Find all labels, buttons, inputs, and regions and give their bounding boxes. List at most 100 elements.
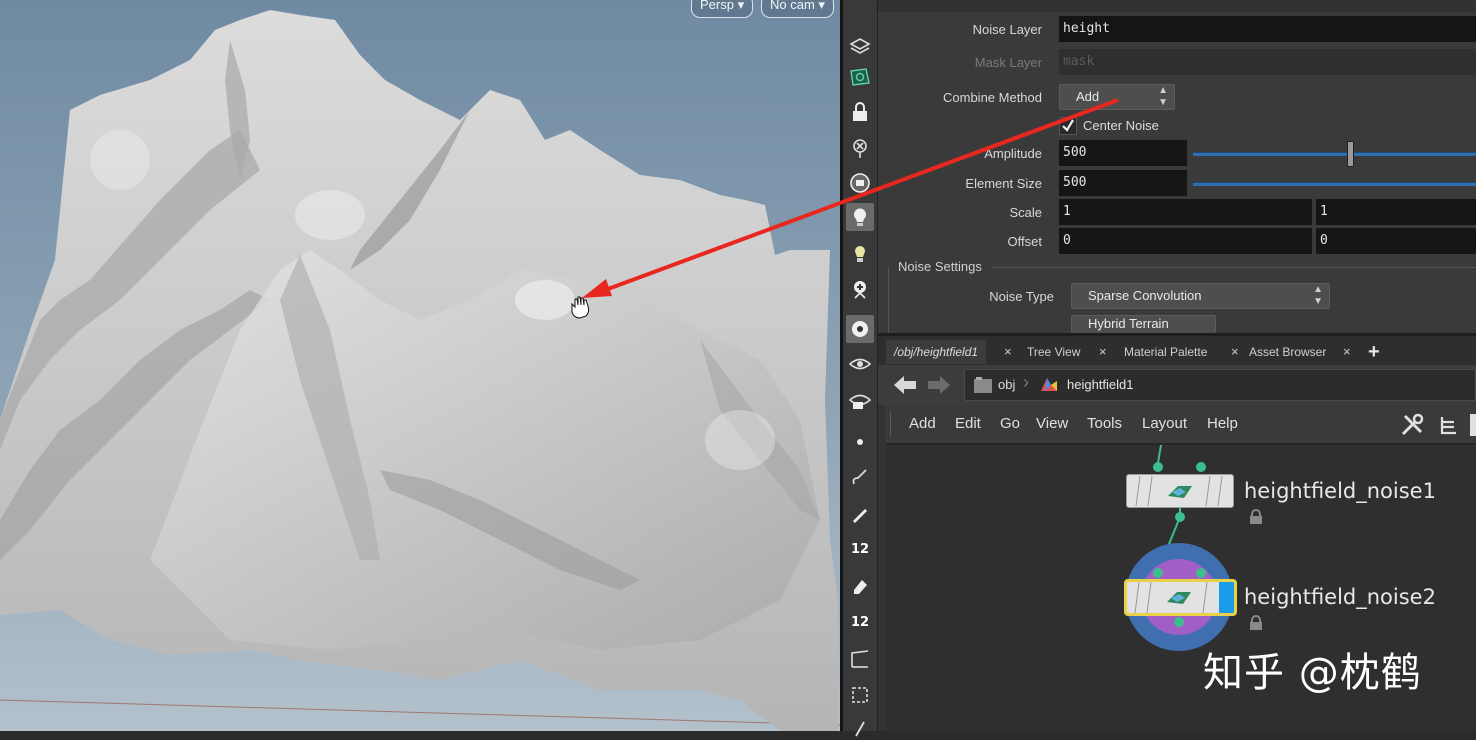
node-lock-icon[interactable] — [1249, 509, 1263, 530]
brush-icon[interactable] — [846, 464, 874, 492]
noise-type-value: Sparse Convolution — [1088, 288, 1202, 303]
tab-tree-view[interactable]: Tree View — [1019, 340, 1088, 364]
menu-view[interactable]: View — [1036, 415, 1068, 432]
tab-close-icon[interactable]: × — [1343, 340, 1351, 364]
breadcrumb-heightfield1[interactable]: heightfield1 — [1067, 377, 1134, 392]
element-size-slider[interactable] — [1193, 182, 1476, 186]
mask-layer-label: Mask Layer — [974, 55, 1042, 70]
panel-toggle-icon[interactable] — [1470, 414, 1476, 436]
menu-edit[interactable]: Edit — [955, 415, 981, 432]
combine-method-menu[interactable]: Add ▲ ▼ — [1059, 84, 1175, 110]
breadcrumb: obj › heightfield1 — [964, 369, 1476, 401]
center-noise-label: Center Noise — [1083, 118, 1159, 133]
obj-icon — [973, 376, 993, 399]
mask-layer-field[interactable]: mask — [1059, 49, 1476, 75]
layers-icon[interactable] — [846, 32, 874, 60]
light-icon[interactable] — [846, 203, 874, 231]
node-name-label[interactable]: heightfield_noise1 — [1244, 479, 1436, 503]
scale-x-field[interactable]: 1 — [1059, 199, 1312, 225]
eraser-icon[interactable] — [846, 572, 874, 600]
tools-wrench-icon[interactable] — [1400, 413, 1426, 442]
amplitude-field[interactable]: 500 — [1059, 140, 1187, 166]
amplitude-label: Amplitude — [984, 146, 1042, 161]
tab-close-icon[interactable]: × — [1004, 340, 1012, 364]
noise-layer-label: Noise Layer — [972, 22, 1042, 37]
back-arrow-icon[interactable] — [892, 374, 918, 401]
node-heightfield-noise2[interactable] — [1124, 579, 1237, 616]
tab-material-palette[interactable]: Material Palette — [1116, 340, 1215, 364]
watermark: 知乎 @枕鹤 — [1203, 650, 1422, 696]
fractal-value: Hybrid Terrain — [1088, 316, 1169, 331]
combine-method-label: Combine Method — [943, 90, 1042, 105]
tab-network[interactable]: /obj/heightfield1 — [886, 340, 987, 364]
noise-type-menu[interactable]: Sparse Convolution ▲ ▼ — [1071, 283, 1330, 309]
amplitude-slider-handle[interactable] — [1347, 141, 1354, 167]
tab-close-icon[interactable]: × — [1099, 340, 1107, 364]
node-lock-icon[interactable] — [1249, 615, 1263, 636]
menu-tools[interactable]: Tools — [1087, 415, 1122, 432]
noise-layer-field[interactable]: height — [1059, 16, 1476, 42]
perspective-menu[interactable]: Persp ▾ — [691, 0, 754, 18]
primitive-number-icon[interactable]: 12 — [846, 608, 874, 636]
menu-add[interactable]: Add — [909, 415, 936, 432]
parameter-header — [878, 0, 1476, 12]
noise-type-label: Noise Type — [989, 289, 1054, 304]
parameter-pane: Noise Layer height Mask Layer mask Combi… — [878, 0, 1476, 333]
point-number-icon[interactable]: 12 — [846, 535, 874, 563]
point-number-label: 12 — [850, 541, 870, 557]
path-bar: obj › heightfield1 — [878, 365, 1476, 405]
primitive-number-label: 12 — [850, 614, 870, 630]
list-view-icon[interactable] — [1438, 414, 1460, 441]
offset-x-field[interactable]: 0 — [1059, 228, 1312, 254]
checkmark-icon — [1062, 119, 1074, 132]
section-border — [888, 267, 889, 333]
add-light-icon[interactable] — [846, 276, 874, 304]
wire-icon[interactable] — [846, 712, 874, 740]
element-size-field[interactable]: 500 — [1059, 170, 1187, 196]
3d-viewport[interactable]: Persp ▾ No cam ▾ — [0, 0, 840, 731]
menu-separator — [890, 411, 891, 437]
display-options-icon[interactable] — [846, 63, 874, 91]
camera-menu[interactable]: No cam ▾ — [761, 0, 834, 18]
menu-help[interactable]: Help — [1207, 415, 1238, 432]
terrain-heightfield — [0, 10, 840, 731]
element-size-label: Element Size — [965, 176, 1042, 191]
network-edge — [878, 405, 886, 731]
offset-y-field[interactable]: 0 — [1316, 228, 1476, 254]
snapshot-icon[interactable] — [846, 169, 874, 197]
light-bulb-icon[interactable] — [846, 240, 874, 268]
viewport-toolbar: 12 12 — [843, 0, 878, 737]
render-icon[interactable] — [846, 386, 874, 414]
node-name-label[interactable]: heightfield_noise2 — [1244, 585, 1436, 609]
grid-icon[interactable] — [846, 681, 874, 709]
node-heightfield-noise1[interactable] — [1126, 474, 1234, 508]
visibility-icon[interactable] — [846, 350, 874, 378]
tab-close-icon[interactable]: × — [1231, 340, 1239, 364]
breadcrumb-obj[interactable]: obj — [998, 377, 1015, 392]
heightfield-node-icon — [1134, 582, 1234, 613]
offset-label: Offset — [1007, 234, 1042, 249]
combine-method-value: Add — [1076, 89, 1100, 104]
scale-y-field[interactable]: 1 — [1316, 199, 1476, 225]
perspective-icon[interactable] — [846, 645, 874, 673]
amplitude-slider[interactable] — [1193, 152, 1476, 156]
pen-icon[interactable] — [846, 500, 874, 528]
point-icon[interactable] — [846, 428, 874, 456]
ghost-icon[interactable] — [846, 134, 874, 162]
spinner-arrows-icon: ▲ ▼ — [1158, 85, 1168, 108]
heightfield-icon — [1039, 375, 1059, 400]
scale-label: Scale — [1009, 205, 1042, 220]
noise-settings-heading: Noise Settings — [898, 259, 982, 274]
menu-layout[interactable]: Layout — [1142, 415, 1187, 432]
forward-arrow-icon[interactable] — [926, 374, 952, 401]
tab-asset-browser[interactable]: Asset Browser — [1241, 340, 1334, 364]
heightfield-node-icon — [1135, 475, 1223, 507]
fractal-menu[interactable]: Hybrid Terrain — [1071, 315, 1216, 333]
menu-go[interactable]: Go — [1000, 415, 1020, 432]
add-tab-icon[interactable]: + — [1368, 340, 1380, 364]
lock-icon[interactable] — [846, 98, 874, 126]
network-menu-bar: Add Edit Go View Tools Layout Help — [878, 405, 1476, 445]
camera-icon[interactable] — [846, 315, 874, 343]
pane-tab-bar: /obj/heightfield1 × Tree View × Material… — [878, 333, 1476, 368]
center-noise-checkbox[interactable] — [1059, 117, 1077, 135]
